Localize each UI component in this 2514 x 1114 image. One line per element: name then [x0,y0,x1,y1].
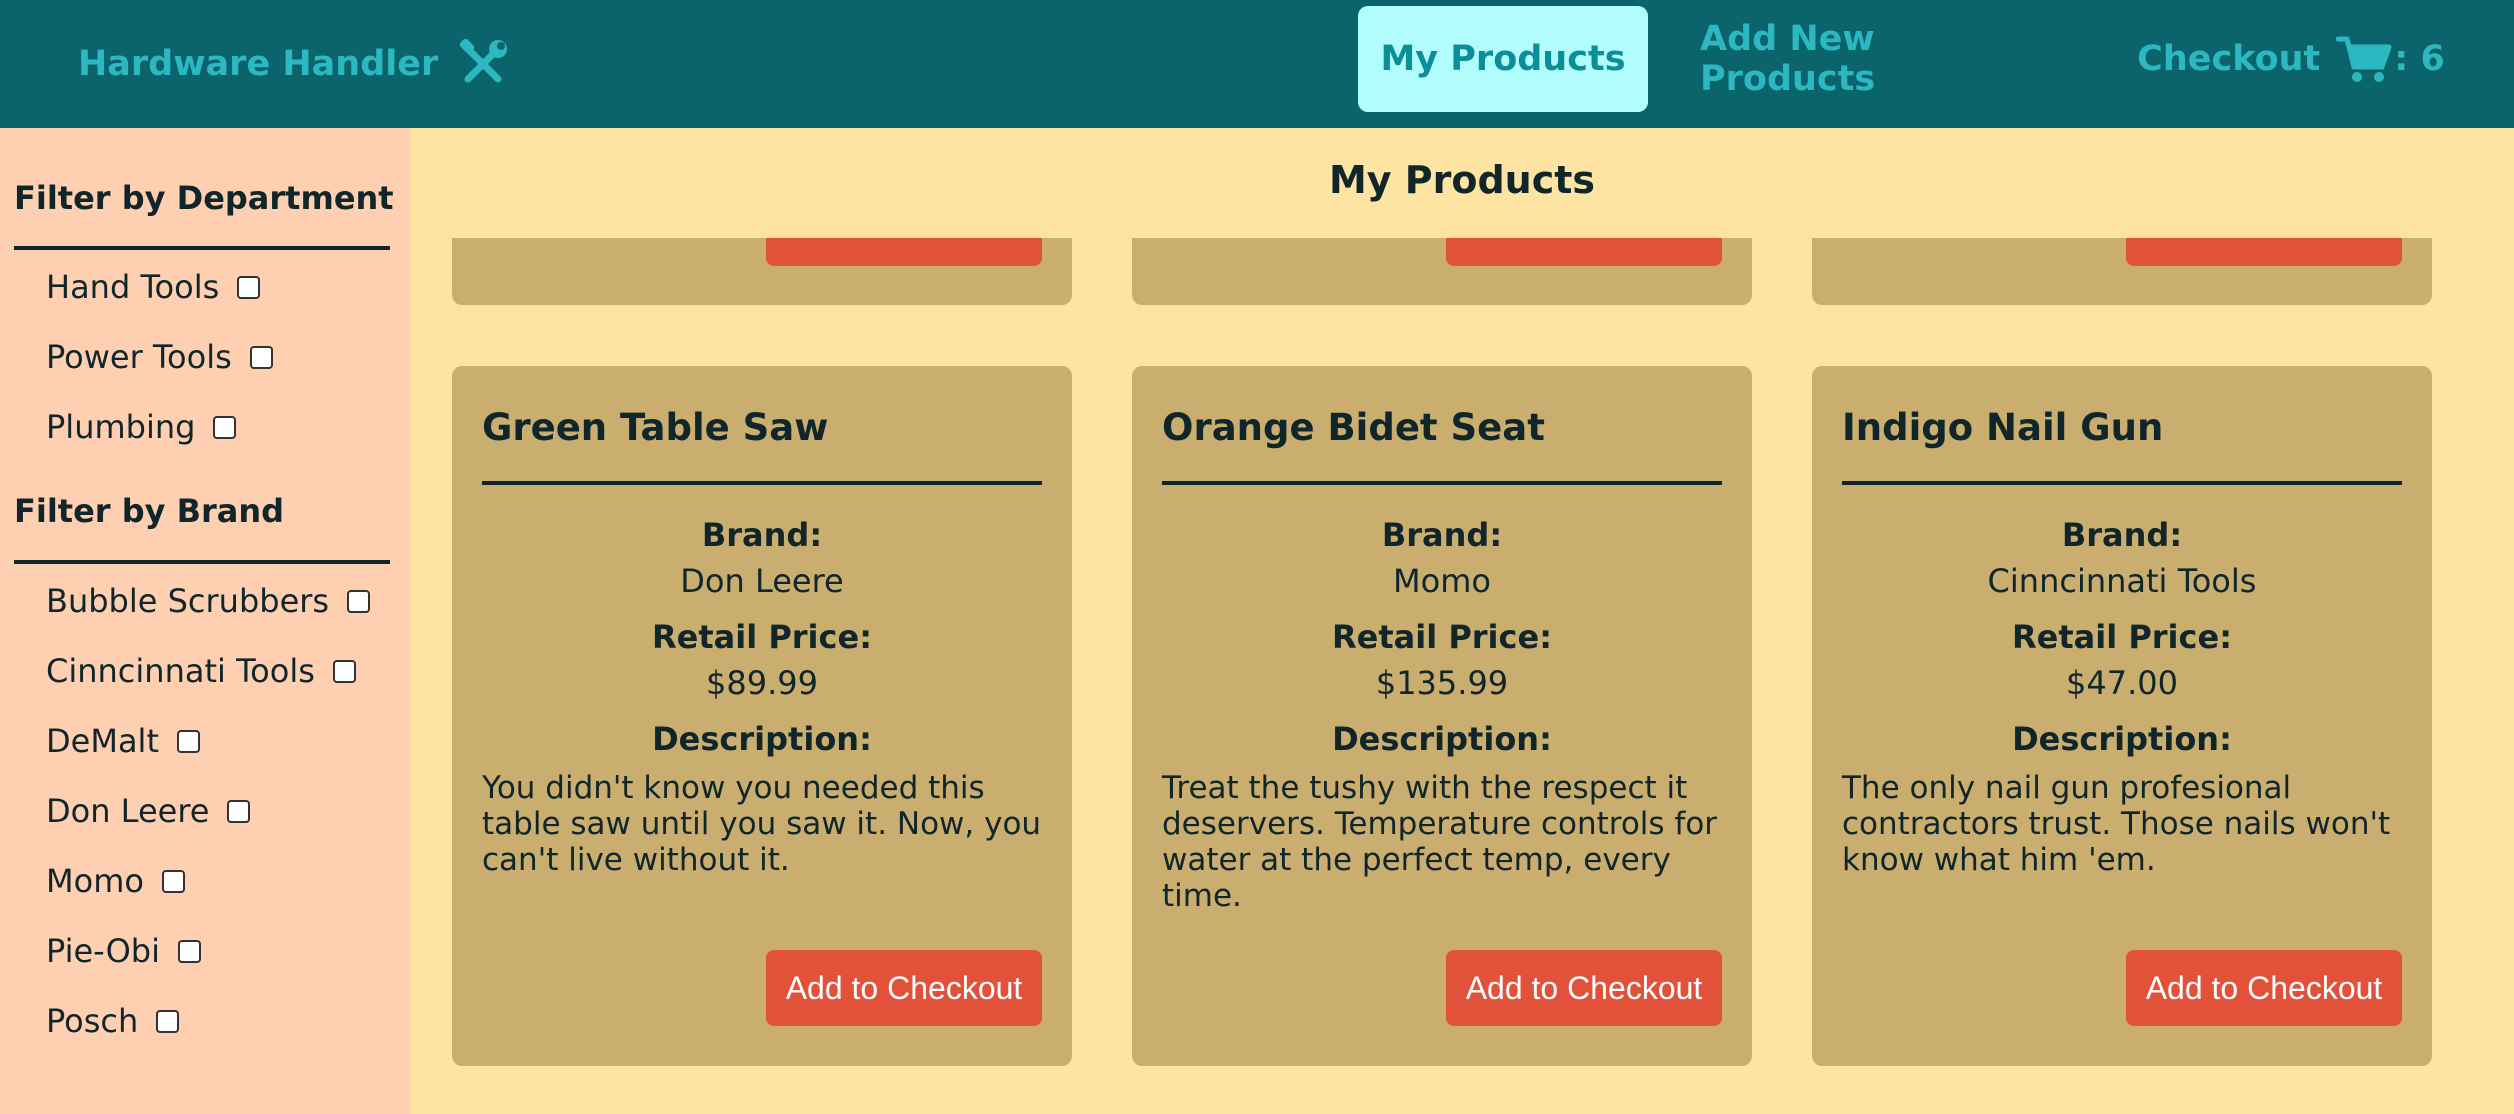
product-price: $47.00 [2066,664,2178,702]
filter-label: Hand Tools [46,268,220,306]
add-to-checkout-button-partial[interactable] [1446,238,1722,266]
filter-checkbox[interactable] [178,939,201,963]
product-divider [482,481,1042,485]
price-label: Retail Price: [2012,618,2232,656]
product-card: Green Table Saw Brand: Don Leere Retail … [452,366,1072,1066]
brand-label: Brand: [2061,516,2183,554]
product-description: Treat the tushy with the respect it dese… [1162,770,1718,914]
product-name: Indigo Nail Gun [1842,406,2164,449]
tools-icon [460,38,508,83]
product-brand: Momo [1393,562,1491,600]
department-divider [14,246,390,250]
description-label: Description: [1332,720,1552,758]
filter-label: DeMalt [46,722,159,760]
product-brand: Don Leere [680,562,844,600]
page-title: My Products [1328,158,1596,202]
filter-department-hand-tools[interactable]: Hand Tools [46,268,261,306]
description-label: Description: [652,720,872,758]
filter-label: Don Leere [46,792,210,830]
filter-brand-momo[interactable]: Momo [46,862,185,900]
product-description: You didn't know you needed this table sa… [482,770,1042,878]
app-brand[interactable]: Hardware Handler [78,36,510,92]
product-name: Green Table Saw [482,406,829,449]
tab-add-new-products[interactable]: Add New Products [1700,6,2056,112]
filter-label: Bubble Scrubbers [46,582,330,620]
cart-icon [2336,36,2392,82]
product-card-partial [1132,238,1752,305]
product-card-partial [1812,238,2432,305]
filter-checkbox[interactable] [156,1009,180,1033]
filter-department-plumbing[interactable]: Plumbing [46,408,237,446]
filter-checkbox[interactable] [249,345,273,369]
filter-brand-bubble-scrubbers[interactable]: Bubble Scrubbers [46,582,371,620]
description-label: Description: [2012,720,2232,758]
product-brand: Cinncinnati Tools [1987,562,2257,600]
filter-label: Posch [46,1002,139,1040]
tab-add-new-products-label: Add New Products [1700,19,1876,99]
product-name: Orange Bidet Seat [1162,406,1545,449]
department-filter-title: Filter by Department [14,179,394,217]
product-price: $135.99 [1375,664,1509,702]
filter-label: Cinncinnati Tools [46,652,315,690]
product-card-partial [452,238,1072,305]
brand-filter-title: Filter by Brand [14,492,285,530]
price-label: Retail Price: [652,618,872,656]
brand-divider [14,560,390,564]
product-card: Orange Bidet Seat Brand: Momo Retail Pri… [1132,366,1752,1066]
product-card: Indigo Nail Gun Brand: Cinncinnati Tools… [1812,366,2432,1066]
add-to-checkout-button[interactable]: Add to Checkout [2126,950,2402,1026]
filter-label: Pie-Obi [46,932,160,970]
filter-checkbox[interactable] [176,729,200,753]
tab-my-products-label: My Products [1380,39,1626,79]
product-price: $89.99 [706,664,818,702]
add-to-checkout-button-partial[interactable] [766,238,1042,266]
add-to-checkout-button[interactable]: Add to Checkout [1446,950,1722,1026]
product-description: The only nail gun profesional contractor… [1842,770,2391,878]
filter-label: Plumbing [46,408,196,446]
filter-brand-cinncinnati-tools[interactable]: Cinncinnati Tools [46,652,356,690]
app-name: Hardware Handler [78,44,439,84]
product-divider [1842,481,2402,485]
filter-label: Power Tools [46,338,232,376]
filter-brand-pie-obi[interactable]: Pie-Obi [46,932,201,970]
filter-checkbox[interactable] [213,415,237,439]
filter-department-power-tools[interactable]: Power Tools [46,338,273,376]
filter-checkbox[interactable] [347,589,371,613]
filter-checkbox[interactable] [237,275,261,299]
price-label: Retail Price: [1332,618,1552,656]
filter-sidebar: Filter by Department Hand Tools Power To… [0,128,410,1114]
filter-checkbox[interactable] [161,869,185,893]
filter-brand-don-leere[interactable]: Don Leere [46,792,251,830]
top-navbar: Hardware Handler My Products Add New Pro… [0,0,2514,128]
tab-checkout[interactable]: Checkout : 6 [2126,6,2456,112]
filter-checkbox[interactable] [332,659,356,683]
filter-brand-demalt[interactable]: DeMalt [46,722,200,760]
tab-my-products[interactable]: My Products [1358,6,1648,112]
filter-brand-posch[interactable]: Posch [46,1002,180,1040]
product-divider [1162,481,1722,485]
cart-count: : 6 [2394,39,2445,79]
brand-label: Brand: [701,516,823,554]
add-to-checkout-button-partial[interactable] [2126,238,2402,266]
brand-label: Brand: [1381,516,1503,554]
filter-checkbox[interactable] [227,799,251,823]
filter-label: Momo [46,862,144,900]
tab-checkout-label: Checkout [2137,39,2321,79]
add-to-checkout-button[interactable]: Add to Checkout [766,950,1042,1026]
